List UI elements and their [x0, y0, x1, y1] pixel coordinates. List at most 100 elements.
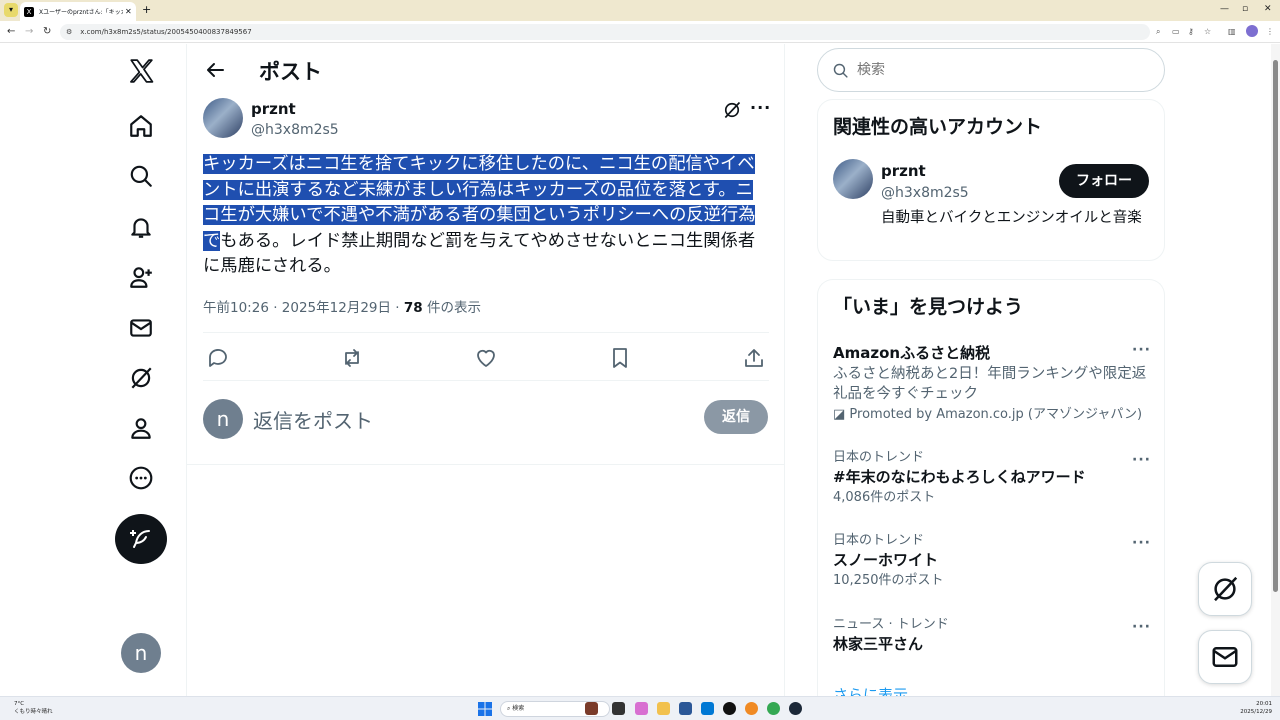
trend-more-icon[interactable]: ···	[1132, 452, 1151, 468]
side-panel-icon[interactable]: ▥	[1228, 26, 1236, 38]
author-avatar[interactable]	[203, 98, 243, 138]
taskbar-app-icon[interactable]	[612, 702, 625, 715]
trend-more-icon[interactable]: ···	[1132, 342, 1151, 358]
page-scrollbar[interactable]	[1271, 44, 1280, 696]
bookmark-icon[interactable]	[608, 346, 632, 370]
outlook-icon[interactable]	[701, 702, 714, 715]
trend-count: 10,250件のポスト	[833, 573, 944, 588]
chrome-icon[interactable]	[767, 702, 780, 715]
search-bar[interactable]	[817, 48, 1165, 92]
relevant-account-handle[interactable]: @h3x8m2s5	[881, 185, 969, 201]
cast-icon[interactable]: ▭	[1172, 26, 1180, 38]
address-bar[interactable]: ⚙ x.com/h3x8m2s5/status/2005450400837849…	[60, 24, 1150, 40]
profile-person-icon[interactable]	[112, 406, 170, 450]
maximize-icon[interactable]: ▫	[1242, 3, 1248, 15]
tab-search-icon[interactable]: ▾	[4, 3, 18, 17]
trend-category: 日本のトレンド	[833, 450, 925, 465]
unselected-text[interactable]: もある。レイド禁止期間など罰を与えてやめさせないとニコ生関係者に馬鹿にされる。	[203, 231, 755, 277]
grok-explain-icon[interactable]	[722, 100, 742, 120]
follow-people-icon[interactable]	[112, 255, 170, 299]
messages-fab-button[interactable]	[1198, 630, 1252, 684]
weather-desc: くもり時々晴れ	[14, 709, 53, 715]
like-heart-icon[interactable]	[474, 346, 498, 370]
browser-forward-icon[interactable]: →	[25, 25, 33, 39]
new-tab-icon[interactable]: +	[142, 3, 151, 17]
profile-avatar[interactable]	[1246, 25, 1258, 37]
trend-name: Amazonふるさと納税	[833, 344, 991, 362]
divider	[187, 464, 784, 465]
grok-fab-button[interactable]	[1198, 562, 1252, 616]
url-text: x.com/h3x8m2s5/status/200545040083784956…	[80, 28, 252, 36]
x-logo-icon[interactable]	[112, 49, 170, 93]
more-options-icon[interactable]	[112, 456, 170, 500]
trends-card: 「いま」を見つけよう Amazonふるさと納税 ふるさと納税あと2日！年間ランキ…	[817, 279, 1165, 719]
reply-input[interactable]: 返信をポスト	[253, 405, 373, 434]
windows-start-icon[interactable]	[478, 702, 492, 716]
promoted-label: ◪ Promoted by Amazon.co.jp (アマゾンジャパン)	[833, 407, 1143, 422]
browser-back-icon[interactable]: ←	[7, 25, 15, 39]
reply-icon[interactable]	[206, 346, 230, 370]
share-icon[interactable]	[742, 346, 766, 370]
post-timestamp[interactable]: 午前10:26 · 2025年12月29日 ·	[203, 300, 404, 316]
reply-button[interactable]: 返信	[704, 400, 768, 434]
browser-menu-icon[interactable]: ⋮	[1266, 26, 1274, 38]
reload-icon[interactable]: ↻	[43, 25, 51, 39]
trend-category: ニュース · トレンド	[833, 617, 949, 632]
relevant-accounts-title: 関連性の高いアカウント	[833, 116, 1043, 138]
trend-more-icon[interactable]: ···	[1132, 619, 1151, 635]
messages-envelope-icon[interactable]	[112, 306, 170, 350]
taskbar-app-icon[interactable]	[635, 702, 648, 715]
view-count: 78	[403, 300, 423, 316]
relevant-account-name[interactable]: prznt	[881, 162, 926, 180]
taskbar-clock[interactable]: 20:01 2025/12/29	[1238, 700, 1272, 716]
trends-title: 「いま」を見つけよう	[833, 296, 1024, 318]
author-name[interactable]: prznt	[251, 100, 296, 118]
home-icon[interactable]	[112, 104, 170, 148]
author-handle[interactable]: @h3x8m2s5	[251, 122, 339, 138]
file-explorer-icon[interactable]	[657, 702, 670, 715]
repost-icon[interactable]	[340, 346, 364, 370]
grok-icon[interactable]	[112, 356, 170, 400]
browser-toolbar: ← → ↻ ⚙ x.com/h3x8m2s5/status/2005450400…	[0, 21, 1280, 43]
zoom-icon[interactable]: ⌕	[1156, 26, 1160, 38]
messages-envelope-icon	[1212, 647, 1238, 667]
taskbar-app-icon[interactable]	[745, 702, 758, 715]
browser-tab-strip: ▾ X Xユーザーのprzntさん:「キッカーズは ✕ + — ▫ ✕	[0, 0, 1280, 21]
tab-title: Xユーザーのprzntさん:「キッカーズは	[39, 9, 123, 16]
close-window-icon[interactable]: ✕	[1264, 3, 1272, 15]
back-arrow-icon[interactable]	[203, 58, 227, 82]
account-avatar[interactable]: n	[121, 633, 161, 673]
tab-close-icon[interactable]: ✕	[125, 7, 132, 16]
browser-tab[interactable]: X Xユーザーのprzntさん:「キッカーズは ✕	[20, 2, 136, 21]
divider	[203, 380, 769, 381]
reply-avatar: n	[203, 399, 243, 439]
search-input[interactable]	[857, 62, 1137, 78]
compose-post-button[interactable]	[115, 514, 167, 564]
trend-name: #年末のなにわもよろしくねアワード	[833, 468, 1086, 486]
trend-item[interactable]: Amazonふるさと納税 ふるさと納税あと2日！年間ランキングや限定返礼品を今す…	[833, 342, 1151, 426]
post-text[interactable]: キッカーズはニコ生を捨てキックに移住したのに、ニコ生の配信やイベントに出演するな…	[203, 152, 769, 280]
trend-item[interactable]: ニュース · トレンド 林家三平さん ···	[833, 617, 1151, 655]
post-more-icon[interactable]: ···	[750, 98, 771, 117]
steam-icon[interactable]	[789, 702, 802, 715]
taskbar-app-icon[interactable]	[723, 702, 736, 715]
follow-button[interactable]: フォロー	[1059, 164, 1149, 198]
views-label: 件の表示	[422, 300, 481, 316]
os-taskbar: 7°C くもり時々晴れ ⌕ 検索 20:01 2025/12/29	[0, 696, 1280, 720]
taskbar-app-icon[interactable]	[679, 702, 692, 715]
scrollbar-thumb[interactable]	[1273, 60, 1278, 592]
password-icon[interactable]: ⚷	[1188, 26, 1194, 38]
weather-widget[interactable]: 7°C くもり時々晴れ	[14, 700, 53, 716]
explore-search-icon[interactable]	[112, 154, 170, 198]
bookmark-star-icon[interactable]: ☆	[1204, 26, 1211, 38]
divider	[203, 332, 769, 333]
trend-item[interactable]: 日本のトレンド スノーホワイト 10,250件のポスト ···	[833, 533, 1151, 591]
trend-item[interactable]: 日本のトレンド #年末のなにわもよろしくねアワード 4,086件のポスト ···	[833, 450, 1151, 508]
relevant-account-avatar[interactable]	[833, 159, 873, 199]
trend-name: 林家三平さん	[833, 635, 924, 653]
trend-more-icon[interactable]: ···	[1132, 535, 1151, 551]
minimize-icon[interactable]: —	[1220, 3, 1229, 15]
site-info-icon[interactable]: ⚙	[66, 28, 72, 36]
taskbar-app-icon[interactable]	[585, 702, 598, 715]
notifications-bell-icon[interactable]	[112, 205, 170, 249]
